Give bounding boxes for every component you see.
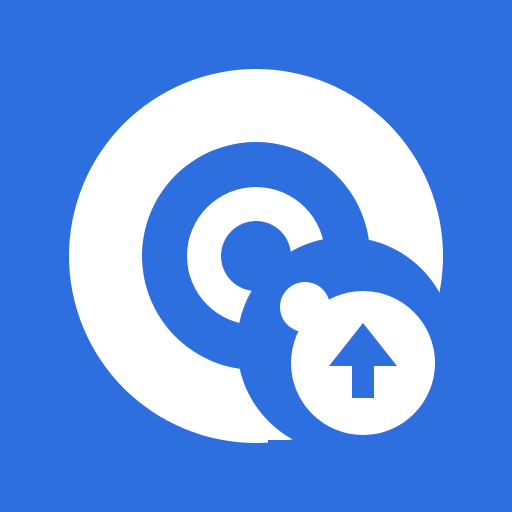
radar-upload-icon — [0, 0, 512, 512]
app-icon — [0, 0, 512, 512]
